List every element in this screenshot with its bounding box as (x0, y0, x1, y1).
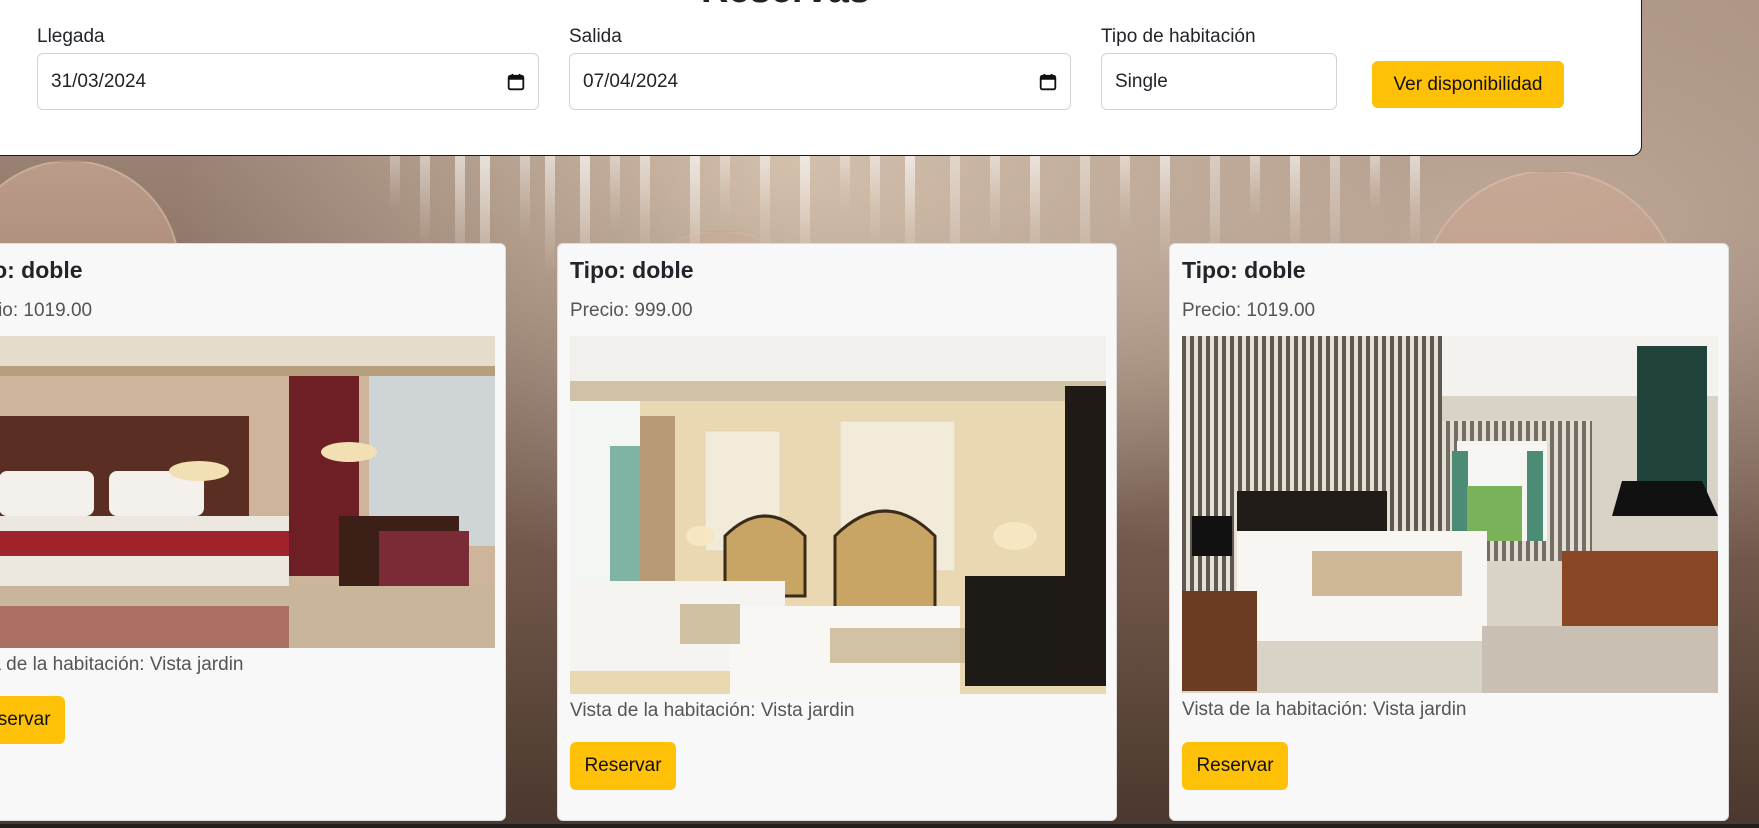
room-card: Tipo: doble Precio: 1019.00 Vista de la … (1169, 243, 1729, 821)
arrival-date-input[interactable]: 31/03/2024 (37, 53, 539, 110)
room-price: Precio: 999.00 (570, 300, 693, 321)
room-price: Precio: 1019.00 (0, 300, 93, 321)
room-photo (1182, 336, 1718, 693)
room-type-heading: Tipo: doble (0, 257, 83, 283)
booking-search-panel: Reservas Llegada 31/03/2024 Salida 07/04… (0, 0, 1642, 156)
reserve-button[interactable]: Reservar (0, 696, 65, 744)
room-view: Vista de la habitación: Vista jardin (1182, 699, 1467, 720)
room-view: Vista de la habitación: Vista jardin (570, 700, 855, 721)
room-type-input[interactable]: Single (1101, 53, 1337, 110)
arrival-label: Llegada (37, 26, 105, 47)
room-card: Tipo: doble Precio: 1019.00 Vista de la … (0, 243, 506, 821)
room-view: Vista de la habitación: Vista jardin (0, 654, 244, 675)
room-type-value: Single (1115, 70, 1168, 92)
room-price: Precio: 1019.00 (1182, 300, 1316, 321)
room-type-heading: Tipo: doble (570, 257, 694, 283)
departure-date-value: 07/04/2024 (583, 70, 679, 92)
reserve-button[interactable]: Reservar (1182, 742, 1288, 790)
room-card: Tipo: doble Precio: 999.00 Vista de la h… (557, 243, 1117, 821)
reserve-button[interactable]: Reservar (570, 742, 676, 790)
departure-label: Salida (569, 26, 622, 47)
room-photo (570, 336, 1106, 694)
check-availability-button[interactable]: Ver disponibilidad (1372, 61, 1564, 108)
departure-date-input[interactable]: 07/04/2024 (569, 53, 1071, 110)
calendar-icon[interactable] (1039, 73, 1057, 91)
room-photo (0, 336, 495, 648)
calendar-icon[interactable] (507, 73, 525, 91)
page-title: Reservas (701, 0, 870, 12)
room-type-heading: Tipo: doble (1182, 257, 1306, 283)
arrival-date-value: 31/03/2024 (51, 70, 147, 92)
room-type-label: Tipo de habitación (1101, 26, 1256, 47)
